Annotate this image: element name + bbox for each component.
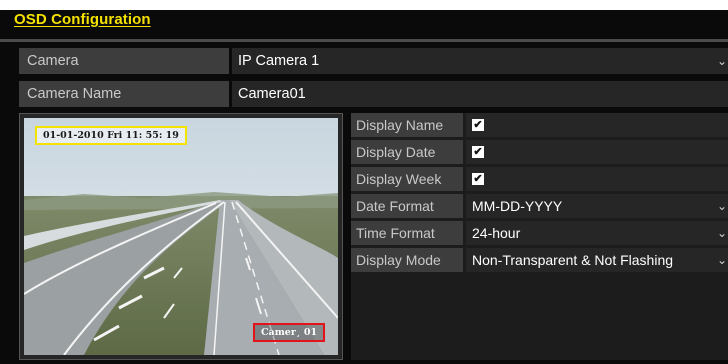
camera-preview: 01-01-2010 Fri 11: 55: 19 Camer¸ 01: [19, 113, 343, 360]
display-date-checkbox-cell: ✔: [466, 140, 728, 164]
osd-date-overlay[interactable]: 01-01-2010 Fri 11: 55: 19: [35, 126, 187, 145]
display-name-label: Display Name: [351, 113, 463, 137]
camera-value: IP Camera 1: [238, 53, 320, 69]
camera-label: Camera: [19, 48, 229, 74]
display-name-row: Display Name ✔: [351, 113, 728, 137]
display-mode-label: Display Mode: [351, 248, 463, 272]
time-format-row: Time Format 24-hour ⌄: [351, 221, 728, 245]
display-mode-select[interactable]: Non-Transparent & Not Flashing ⌄: [466, 248, 728, 272]
camera-select[interactable]: IP Camera 1 ⌄: [232, 48, 728, 74]
camera-row: Camera IP Camera 1 ⌄: [19, 48, 728, 74]
chevron-down-icon: ⌄: [716, 199, 727, 213]
display-mode-value: Non-Transparent & Not Flashing: [472, 252, 674, 268]
top-strip: [0, 0, 728, 10]
display-mode-row: Display Mode Non-Transparent & Not Flash…: [351, 248, 728, 272]
osd-camera-name-overlay[interactable]: Camer¸ 01: [253, 323, 326, 342]
camera-name-label: Camera Name: [19, 81, 229, 107]
chevron-down-icon: ⌄: [716, 253, 727, 267]
page-title: OSD Configuration: [14, 11, 151, 28]
camera-name-input[interactable]: Camera01: [232, 81, 728, 107]
date-format-row: Date Format MM-DD-YYYY ⌄: [351, 194, 728, 218]
display-date-label: Display Date: [351, 140, 463, 164]
chevron-down-icon: ⌄: [716, 54, 727, 68]
date-format-label: Date Format: [351, 194, 463, 218]
time-format-value: 24-hour: [472, 225, 521, 241]
display-name-checkbox[interactable]: ✔: [472, 119, 484, 131]
time-format-label: Time Format: [351, 221, 463, 245]
date-format-select[interactable]: MM-DD-YYYY ⌄: [466, 194, 728, 218]
display-week-row: Display Week ✔: [351, 167, 728, 191]
display-week-checkbox[interactable]: ✔: [472, 173, 484, 185]
chevron-down-icon: ⌄: [716, 226, 727, 240]
display-date-checkbox[interactable]: ✔: [472, 146, 484, 158]
time-format-select[interactable]: 24-hour ⌄: [466, 221, 728, 245]
display-name-checkbox-cell: ✔: [466, 113, 728, 137]
display-date-row: Display Date ✔: [351, 140, 728, 164]
header-divider: [0, 39, 728, 42]
camera-name-row: Camera Name Camera01: [19, 81, 728, 107]
display-week-checkbox-cell: ✔: [466, 167, 728, 191]
date-format-value: MM-DD-YYYY: [472, 198, 563, 214]
preview-image: [24, 118, 338, 355]
display-week-label: Display Week: [351, 167, 463, 191]
